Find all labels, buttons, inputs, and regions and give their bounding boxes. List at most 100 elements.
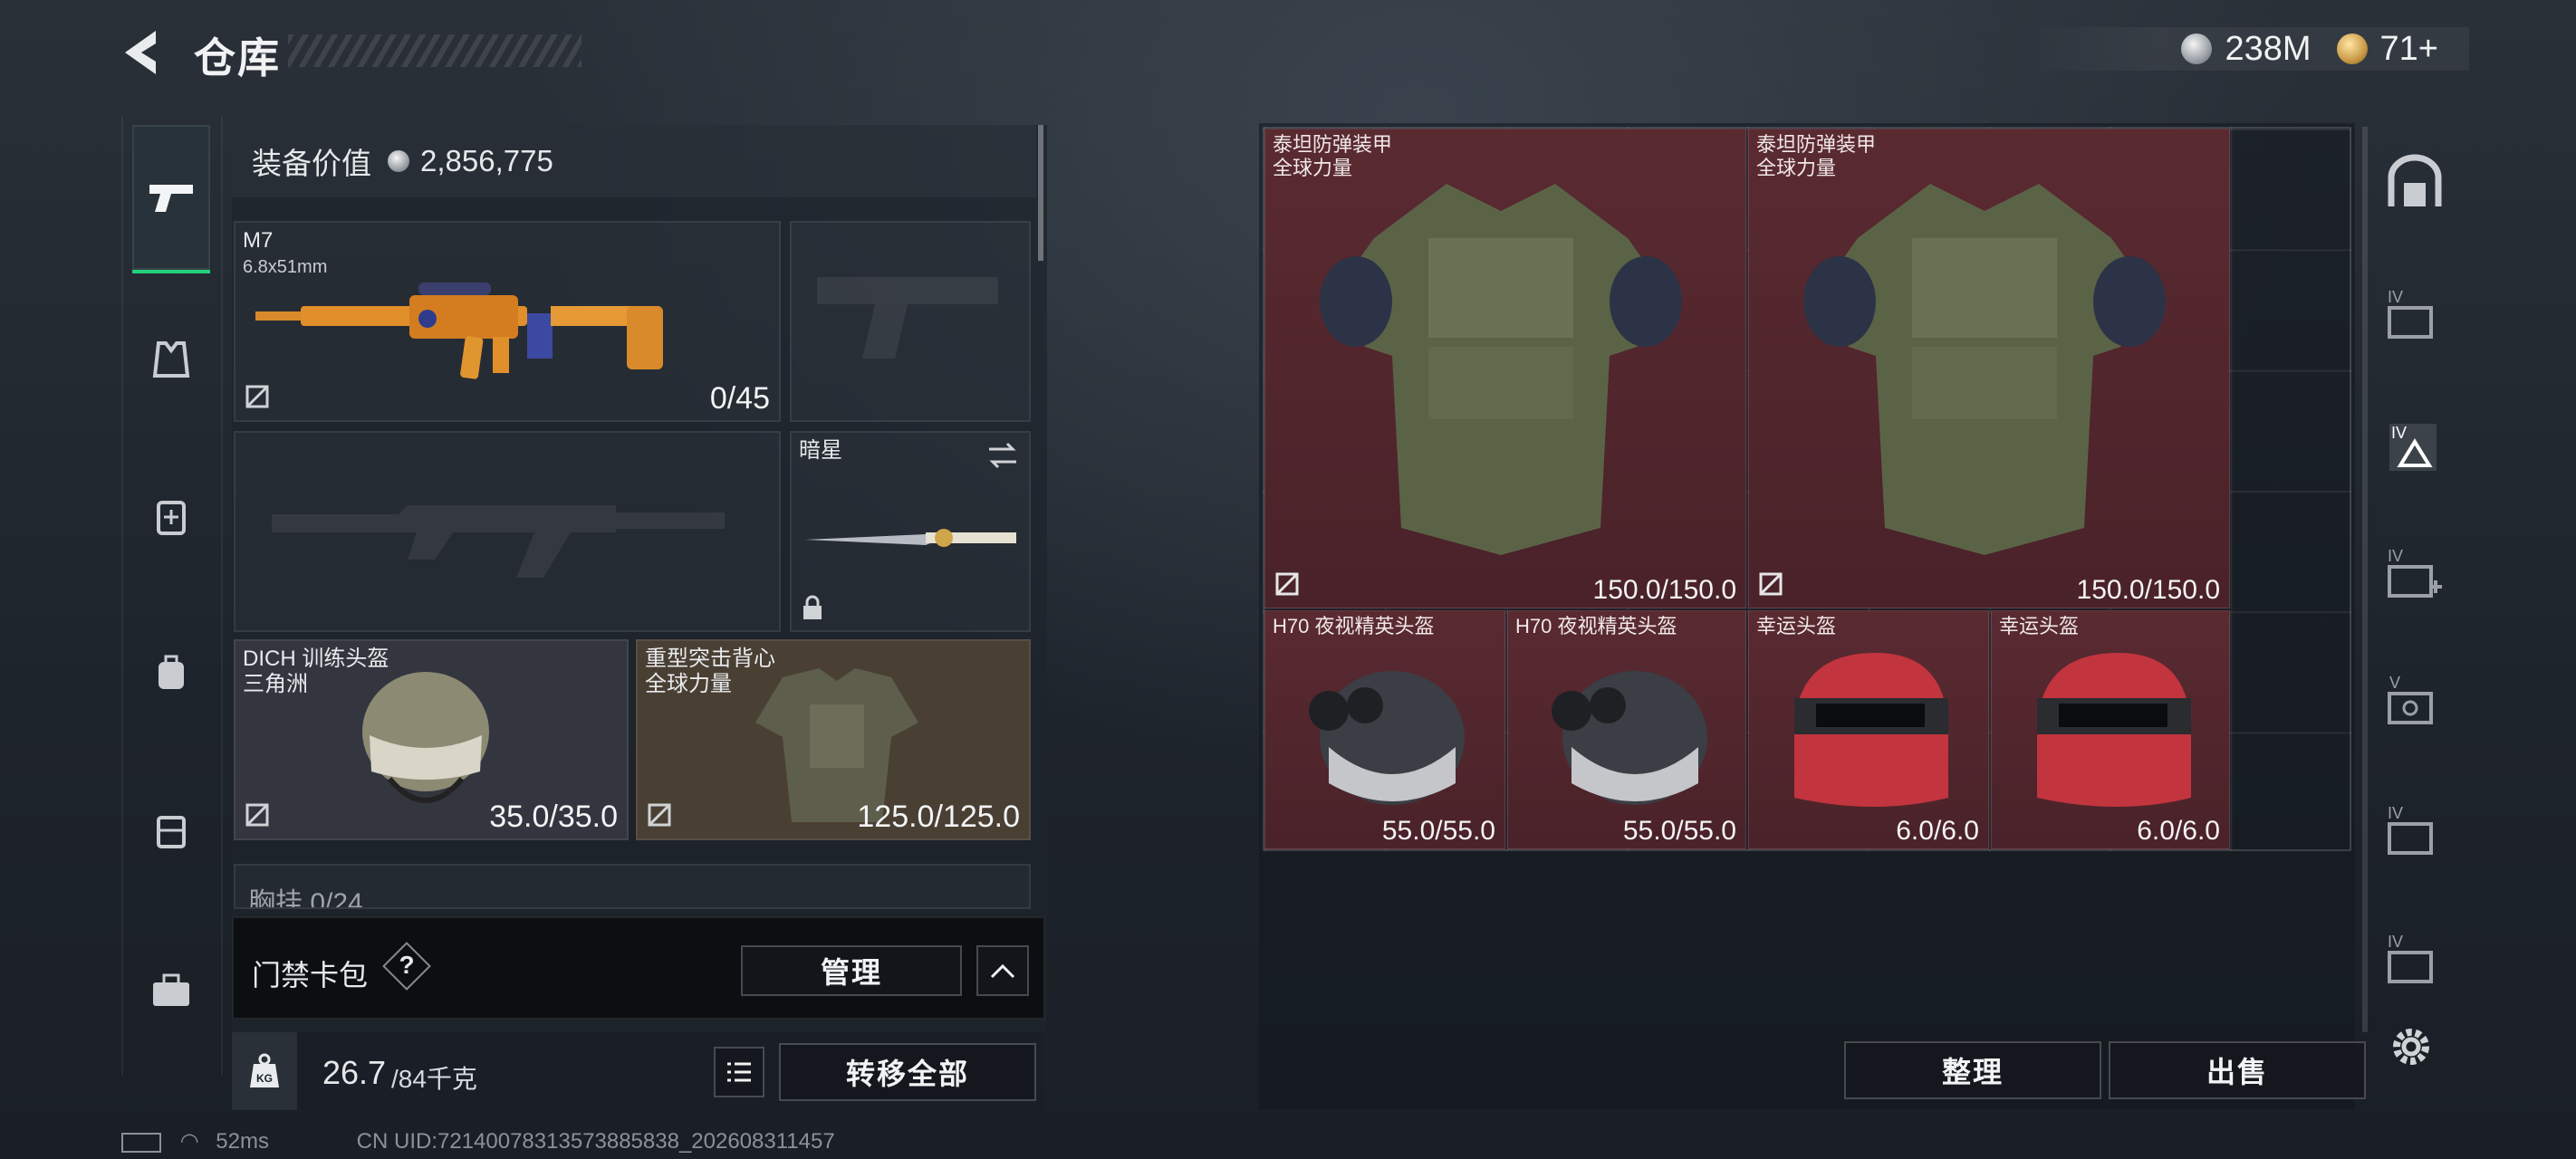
stash-page-5-icon[interactable]: IV — [2384, 800, 2446, 862]
no-drop-icon — [648, 803, 671, 827]
case-icon — [157, 816, 186, 848]
ping-text: 52ms — [216, 1129, 269, 1154]
pistol-icon — [149, 185, 193, 212]
weight-icon: KG — [232, 1032, 297, 1110]
rifle-silhouette-icon — [272, 505, 725, 578]
stash-page-1-icon[interactable]: IV — [2384, 284, 2446, 346]
stash-page-3-icon[interactable]: IV — [2384, 543, 2446, 605]
stash-item-titan-armor[interactable]: 泰坦防弹装甲 全球力量 150.0/150.0 — [1748, 129, 2230, 608]
title-decoration — [288, 34, 582, 67]
silver-coin-icon — [2181, 34, 2213, 64]
no-drop-icon — [1275, 572, 1299, 596]
silver-coin-icon — [388, 150, 409, 172]
equipment-value-bar: 装备价值 2,856,775 — [232, 125, 1036, 197]
list-icon — [727, 1062, 751, 1082]
stash-pages-rail: IV IV IV V IV IV — [2362, 127, 2455, 1032]
chevron-up-icon — [990, 963, 1015, 979]
h70-night-vision-helmet-image — [1309, 671, 1465, 805]
category-weapons-tab[interactable] — [132, 125, 210, 273]
status-bar: ◠ 52ms CN UID:7214007831357388583​8_2026… — [121, 1128, 835, 1154]
titan-armor-image — [1320, 184, 1682, 555]
stash-page-6-icon[interactable]: IV — [2384, 929, 2446, 991]
equipment-value: 2,856,775 — [420, 144, 553, 177]
stash-page-4-icon[interactable]: V — [2384, 670, 2446, 732]
category-backpack-tab[interactable] — [132, 634, 210, 712]
item-durability: 6.0/6.0 — [1896, 816, 1979, 846]
pistol-slot[interactable] — [790, 221, 1031, 422]
list-view-button[interactable] — [714, 1047, 764, 1097]
dich-helmet-image — [362, 672, 489, 803]
item-durability: 6.0/6.0 — [2137, 816, 2220, 846]
item-durability: 150.0/150.0 — [2076, 575, 2220, 605]
stash-page-2-icon[interactable]: IV — [2384, 415, 2446, 476]
helmet-slot[interactable]: DICH 训练头盔 三角洲 35.0/35.0 — [234, 639, 629, 840]
category-rail — [121, 116, 223, 1076]
m7-rifle-image — [255, 283, 663, 379]
item-name: 幸运头盔 — [1756, 615, 1837, 637]
sort-button[interactable]: 整理 — [1844, 1041, 2101, 1099]
chest-rig-slot[interactable]: 胸挂 0/24 — [234, 864, 1031, 909]
wifi-icon: ◠ — [179, 1129, 199, 1154]
item-durability: 150.0/150.0 — [1592, 575, 1736, 605]
silver-currency-value: 238M — [2225, 29, 2312, 68]
stash-item-lucky-helmet[interactable]: 幸运头盔 6.0/6.0 — [1991, 610, 2230, 849]
armor-slot[interactable]: 重型突击背心 全球力量 125.0/125.0 — [636, 639, 1031, 840]
svg-text:KG: KG — [256, 1072, 273, 1085]
keycard-manage-button[interactable]: 管理 — [741, 945, 962, 996]
lucky-helmet-image — [1794, 653, 1948, 807]
back-arrow-icon[interactable] — [120, 27, 165, 78]
stash-home-icon[interactable] — [2384, 154, 2446, 216]
settings-gear-icon[interactable] — [2388, 1023, 2435, 1070]
stash-item-h70-helmet[interactable]: H70 夜视精英头盔 55.0/55.0 — [1507, 610, 1746, 849]
weight-bar: KG 26.7 /84千克 转移全部 — [232, 1032, 1045, 1110]
no-drop-icon — [1759, 572, 1783, 596]
h70-night-vision-helmet-image — [1552, 671, 1707, 805]
page-title: 仓库 — [194, 34, 281, 81]
gold-coin-icon — [2336, 34, 2368, 64]
helmet-durability: 35.0/35.0 — [489, 800, 618, 834]
stash-item-h70-helmet[interactable]: H70 夜视精英头盔 55.0/55.0 — [1264, 610, 1505, 849]
no-drop-icon — [245, 803, 269, 827]
transfer-all-button[interactable]: 转移全部 — [779, 1043, 1036, 1101]
chest-rig-label: 胸挂 0/24 — [248, 888, 363, 909]
chest-rig-icon — [157, 501, 186, 535]
pistol-silhouette-icon — [817, 277, 998, 359]
keycard-collapse-button[interactable] — [976, 945, 1029, 996]
sell-button[interactable]: 出售 — [2109, 1041, 2366, 1099]
toolbox-icon — [153, 973, 189, 1006]
battery-icon — [121, 1132, 161, 1153]
category-case-tab[interactable] — [132, 791, 210, 869]
backpack-icon — [159, 655, 184, 689]
vest-icon — [152, 341, 190, 378]
melee-name: 暗星 — [799, 438, 842, 463]
dark-star-knife-image — [804, 529, 1016, 547]
keycard-label: 门禁卡包 — [252, 959, 369, 991]
no-drop-icon — [245, 385, 269, 408]
category-chest-rig-tab[interactable] — [132, 478, 210, 556]
stash-item-lucky-helmet[interactable]: 幸运头盔 6.0/6.0 — [1748, 610, 1989, 849]
armor-durability: 125.0/125.0 — [857, 800, 1020, 834]
svg-text:IV: IV — [2391, 424, 2407, 442]
uid-text: CN UID:7214007831357388583​8_20260831145… — [356, 1129, 835, 1154]
svg-text:IV: IV — [2388, 288, 2403, 306]
category-toolbox-tab[interactable] — [132, 951, 210, 1029]
melee-slot[interactable]: 暗星 — [790, 431, 1031, 632]
swap-icon[interactable] — [985, 440, 1020, 471]
secondary-weapon-slot[interactable] — [234, 431, 781, 632]
stash-item-titan-armor[interactable]: 泰坦防弹装甲 全球力量 150.0/150.0 — [1264, 129, 1746, 608]
equipment-value-label: 装备价值 — [252, 147, 371, 180]
currency-bar: 238M 71+ — [2020, 27, 2469, 71]
item-name: 幸运头盔 — [1999, 615, 2080, 637]
item-durability: 55.0/55.0 — [1622, 816, 1736, 846]
equipment-scrollbar[interactable] — [1038, 125, 1043, 261]
gold-currency-value[interactable]: 71+ — [2380, 30, 2438, 69]
item-name: H70 夜视精英头盔 — [1273, 615, 1435, 637]
keycard-help-icon[interactable]: ? — [389, 951, 424, 980]
svg-text:IV: IV — [2388, 804, 2403, 822]
svg-text:V: V — [2389, 674, 2400, 692]
category-armor-tab[interactable] — [132, 321, 210, 398]
item-name: H70 夜视精英头盔 — [1515, 615, 1677, 637]
item-durability: 55.0/55.0 — [1381, 816, 1495, 846]
primary-weapon-slot[interactable]: M7 6.8x51mm 0/45 — [234, 221, 781, 422]
weight-max: /84千克 — [391, 1065, 477, 1093]
